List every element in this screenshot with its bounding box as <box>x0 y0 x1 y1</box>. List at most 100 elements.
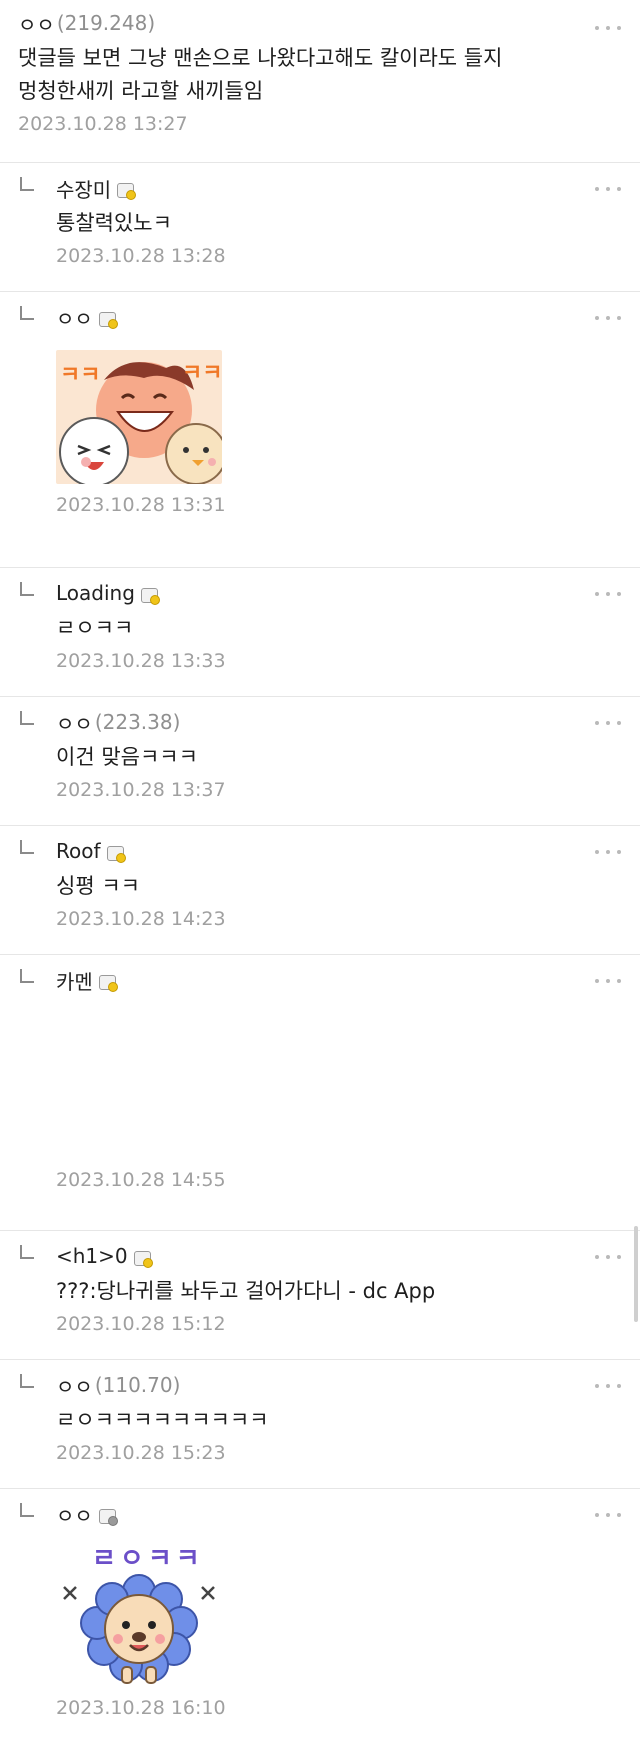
reply-item: ㅇㅇ (223.38) 이건 맞음ㅋㅋㅋ 2023.10.28 13:37 <box>0 697 640 826</box>
dot-icon <box>595 26 599 30</box>
dot-icon <box>595 721 599 725</box>
comment-nickname[interactable]: <h1>0 <box>56 1244 128 1268</box>
reply-item: ㅇㅇ ㅋㅋ ㅋㅋ 2023.10.28 13:31 <box>0 292 640 568</box>
more-options-button[interactable] <box>590 584 626 604</box>
comment-date: 2023.10.28 16:10 <box>56 1697 226 1719</box>
reply-item: ㅇㅇ (110.70) ㄹㅇㅋㅋㅋㅋㅋㅋㅋㅋㅋ 2023.10.28 15:23 <box>0 1360 640 1489</box>
scrollbar[interactable] <box>634 1226 638 1322</box>
comment-nickname[interactable]: ㅇㅇ <box>56 708 93 737</box>
more-options-button[interactable] <box>590 1247 626 1267</box>
reply-item: 수장미 통찰력있노ㅋ 2023.10.28 13:28 <box>0 163 640 292</box>
dot-icon <box>595 1513 599 1517</box>
comment-nickname[interactable]: ㅇㅇ <box>56 1371 93 1400</box>
reply-item: Roof 싱평 ㅋㅋ 2023.10.28 14:23 <box>0 826 640 955</box>
member-badge-icon <box>106 845 126 863</box>
reply-arrow-icon <box>20 711 34 725</box>
more-options-button[interactable] <box>590 1505 626 1525</box>
dot-icon <box>606 26 610 30</box>
comment-text: 이건 맞음ㅋㅋㅋ <box>56 745 198 769</box>
reply-item: Loading ㄹㅇㅋㅋ 2023.10.28 13:33 <box>0 568 640 697</box>
sticker-laugh-text: ㅋㅋ <box>60 363 100 388</box>
comment-text: 통찰력있노ㅋ <box>56 211 172 235</box>
reply-arrow-icon <box>20 969 34 983</box>
dot-icon <box>617 979 621 983</box>
dot-icon <box>617 26 621 30</box>
reply-arrow-icon <box>20 1245 34 1259</box>
comment-feed: ㅇㅇ (219.248) 댓글들 보면 그냥 맨손으로 나왔다고해도 칼이라도 … <box>0 0 640 1743</box>
comment-date: 2023.10.28 14:23 <box>56 908 226 930</box>
comment-ip: (219.248) <box>56 11 156 35</box>
reply-arrow-icon <box>20 1503 34 1517</box>
dot-icon <box>595 1255 599 1259</box>
dot-icon <box>606 979 610 983</box>
comment-ip: (223.38) <box>94 710 181 734</box>
reply-item: ㅇㅇ ㄹㅇㅋㅋ 2023.10.28 16:10 <box>0 1489 640 1743</box>
comment-date: 2023.10.28 13:33 <box>56 650 226 672</box>
comment-date: 2023.10.28 14:55 <box>56 1169 226 1191</box>
comment-date: 2023.10.28 13:31 <box>56 494 226 516</box>
reply-arrow-icon <box>20 1374 34 1388</box>
dot-icon <box>617 1384 621 1388</box>
blank-image-area <box>56 993 570 1165</box>
comment-text: 댓글들 보면 그냥 맨손으로 나왔다고해도 칼이라도 들지 <box>18 46 503 70</box>
member-badge-icon <box>98 974 118 992</box>
dot-icon <box>606 1384 610 1388</box>
dot-icon <box>595 187 599 191</box>
comment-nickname[interactable]: Loading <box>56 581 135 605</box>
dot-icon <box>606 187 610 191</box>
comment-text: ???:당나귀를 놔두고 걸어가다니 - dc App <box>56 1279 436 1303</box>
reply-arrow-icon <box>20 306 34 320</box>
dot-icon <box>595 850 599 854</box>
dot-icon <box>617 1255 621 1259</box>
comment-nickname[interactable]: ㅇㅇ <box>18 9 55 38</box>
comment-date: 2023.10.28 15:23 <box>56 1442 226 1464</box>
more-options-button[interactable] <box>590 308 626 328</box>
more-options-button[interactable] <box>590 971 626 991</box>
laughing-faces-icon: ㅋㅋ ㅋㅋ <box>56 350 222 484</box>
dot-icon <box>606 850 610 854</box>
comment-nickname[interactable]: ㅇㅇ <box>56 1500 93 1529</box>
dot-icon <box>617 850 621 854</box>
more-options-button[interactable] <box>590 842 626 862</box>
reply-item: 카멘 2023.10.28 14:55 <box>0 955 640 1231</box>
dot-icon <box>595 316 599 320</box>
dot-icon <box>617 1513 621 1517</box>
reply-arrow-icon <box>20 177 34 191</box>
laughing-faces-sticker: ㅋㅋ ㅋㅋ <box>56 350 222 484</box>
comment-text: 싱평 ㅋㅋ <box>56 874 140 898</box>
comment-ip: (110.70) <box>94 1373 181 1397</box>
member-badge-icon <box>117 182 137 200</box>
dot-icon <box>606 721 610 725</box>
comment-nickname[interactable]: ㅇㅇ <box>56 303 93 332</box>
sticker-lion-text: ㄹㅇㅋㅋ <box>92 1544 204 1574</box>
sticker-laugh-text-right: ㅋㅋ <box>182 361 222 386</box>
more-options-button[interactable] <box>590 18 626 38</box>
dot-icon <box>617 316 621 320</box>
dot-icon <box>617 721 621 725</box>
comment-nickname[interactable]: 수장미 <box>56 174 111 203</box>
comment-date: 2023.10.28 13:37 <box>56 779 226 801</box>
reply-arrow-icon <box>20 840 34 854</box>
dot-icon <box>606 1255 610 1259</box>
dot-icon <box>595 1384 599 1388</box>
more-options-button[interactable] <box>590 179 626 199</box>
dot-icon <box>595 979 599 983</box>
comment-text: ㄹㅇㅋㅋㅋㅋㅋㅋㅋㅋㅋ <box>56 1408 269 1432</box>
more-options-button[interactable] <box>590 713 626 733</box>
comment-date: 2023.10.28 15:12 <box>56 1313 226 1335</box>
comment-nickname[interactable]: Roof <box>56 839 101 863</box>
comment-text-line-2: 멍청한새끼 라고할 새끼들임 <box>18 79 264 103</box>
dot-icon <box>617 592 621 596</box>
reply-arrow-icon <box>20 582 34 596</box>
comment-nickname[interactable]: 카멘 <box>56 966 93 995</box>
more-options-button[interactable] <box>590 1376 626 1396</box>
dot-icon <box>617 187 621 191</box>
lion-face-icon: ㄹㅇㅋㅋ <box>63 1544 215 1684</box>
guest-badge-icon <box>98 1508 118 1526</box>
reply-item: <h1>0 ???:당나귀를 놔두고 걸어가다니 - dc App 2023.1… <box>0 1231 640 1360</box>
comment-item: ㅇㅇ (219.248) 댓글들 보면 그냥 맨손으로 나왔다고해도 칼이라도 … <box>0 0 640 163</box>
lion-sticker: ㄹㅇㅋㅋ <box>56 1539 222 1689</box>
comment-date: 2023.10.28 13:27 <box>18 113 188 135</box>
member-badge-icon <box>98 311 118 329</box>
comment-date: 2023.10.28 13:28 <box>56 245 226 267</box>
